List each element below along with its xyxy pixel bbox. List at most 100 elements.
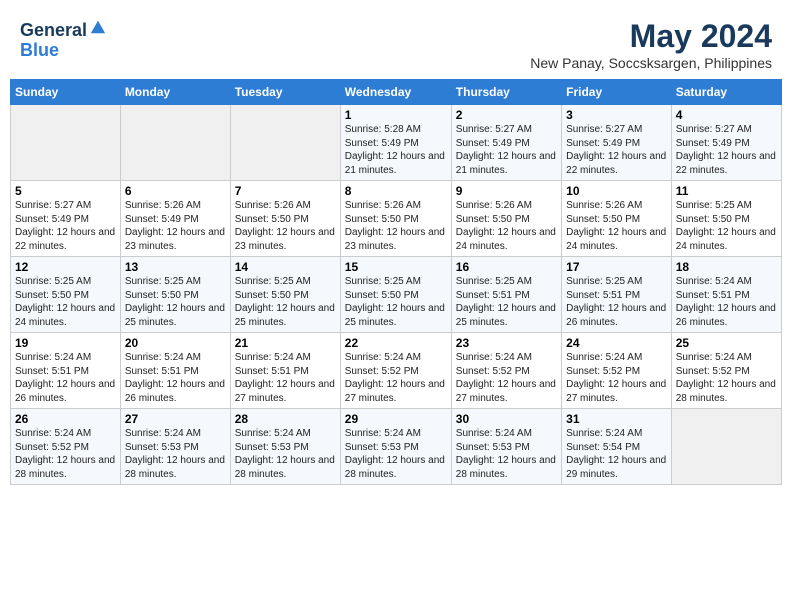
calendar-cell: 12Sunrise: 5:25 AMSunset: 5:50 PMDayligh… xyxy=(11,257,121,333)
calendar-cell: 2Sunrise: 5:27 AMSunset: 5:49 PMDaylight… xyxy=(451,105,561,181)
day-info: Sunrise: 5:24 AMSunset: 5:51 PMDaylight:… xyxy=(15,351,116,405)
calendar-cell: 27Sunrise: 5:24 AMSunset: 5:53 PMDayligh… xyxy=(120,409,230,485)
day-info: Sunrise: 5:24 AMSunset: 5:51 PMDaylight:… xyxy=(676,275,777,329)
day-header-thursday: Thursday xyxy=(451,80,561,105)
day-info: Sunrise: 5:24 AMSunset: 5:54 PMDaylight:… xyxy=(566,427,667,481)
day-info: Sunrise: 5:25 AMSunset: 5:50 PMDaylight:… xyxy=(235,275,336,329)
day-number: 3 xyxy=(566,108,667,122)
day-number: 22 xyxy=(345,336,447,350)
day-number: 19 xyxy=(15,336,116,350)
calendar-cell: 13Sunrise: 5:25 AMSunset: 5:50 PMDayligh… xyxy=(120,257,230,333)
calendar-cell: 1Sunrise: 5:28 AMSunset: 5:49 PMDaylight… xyxy=(340,105,451,181)
day-number: 27 xyxy=(125,412,226,426)
calendar-cell: 19Sunrise: 5:24 AMSunset: 5:51 PMDayligh… xyxy=(11,333,121,409)
day-info: Sunrise: 5:27 AMSunset: 5:49 PMDaylight:… xyxy=(566,123,667,177)
calendar-table: SundayMondayTuesdayWednesdayThursdayFrid… xyxy=(10,79,782,485)
calendar-cell: 9Sunrise: 5:26 AMSunset: 5:50 PMDaylight… xyxy=(451,181,561,257)
day-number: 28 xyxy=(235,412,336,426)
calendar-cell: 22Sunrise: 5:24 AMSunset: 5:52 PMDayligh… xyxy=(340,333,451,409)
day-info: Sunrise: 5:24 AMSunset: 5:51 PMDaylight:… xyxy=(235,351,336,405)
calendar-cell: 26Sunrise: 5:24 AMSunset: 5:52 PMDayligh… xyxy=(11,409,121,485)
day-number: 15 xyxy=(345,260,447,274)
day-number: 2 xyxy=(456,108,557,122)
day-info: Sunrise: 5:24 AMSunset: 5:52 PMDaylight:… xyxy=(566,351,667,405)
day-info: Sunrise: 5:24 AMSunset: 5:52 PMDaylight:… xyxy=(676,351,777,405)
day-info: Sunrise: 5:27 AMSunset: 5:49 PMDaylight:… xyxy=(15,199,116,253)
day-number: 18 xyxy=(676,260,777,274)
logo-text: General xyxy=(20,18,107,41)
day-number: 30 xyxy=(456,412,557,426)
calendar-cell: 5Sunrise: 5:27 AMSunset: 5:49 PMDaylight… xyxy=(11,181,121,257)
day-info: Sunrise: 5:26 AMSunset: 5:50 PMDaylight:… xyxy=(566,199,667,253)
day-number: 1 xyxy=(345,108,447,122)
day-info: Sunrise: 5:24 AMSunset: 5:53 PMDaylight:… xyxy=(345,427,447,481)
day-info: Sunrise: 5:26 AMSunset: 5:49 PMDaylight:… xyxy=(125,199,226,253)
calendar-cell: 8Sunrise: 5:26 AMSunset: 5:50 PMDaylight… xyxy=(340,181,451,257)
calendar-cell: 20Sunrise: 5:24 AMSunset: 5:51 PMDayligh… xyxy=(120,333,230,409)
calendar-cell: 29Sunrise: 5:24 AMSunset: 5:53 PMDayligh… xyxy=(340,409,451,485)
day-info: Sunrise: 5:25 AMSunset: 5:50 PMDaylight:… xyxy=(125,275,226,329)
calendar-cell: 11Sunrise: 5:25 AMSunset: 5:50 PMDayligh… xyxy=(671,181,781,257)
day-number: 16 xyxy=(456,260,557,274)
logo-text2: Blue xyxy=(20,41,107,61)
day-number: 25 xyxy=(676,336,777,350)
day-number: 12 xyxy=(15,260,116,274)
day-info: Sunrise: 5:26 AMSunset: 5:50 PMDaylight:… xyxy=(456,199,557,253)
day-info: Sunrise: 5:27 AMSunset: 5:49 PMDaylight:… xyxy=(676,123,777,177)
calendar-cell: 14Sunrise: 5:25 AMSunset: 5:50 PMDayligh… xyxy=(230,257,340,333)
day-info: Sunrise: 5:24 AMSunset: 5:53 PMDaylight:… xyxy=(456,427,557,481)
calendar-cell: 7Sunrise: 5:26 AMSunset: 5:50 PMDaylight… xyxy=(230,181,340,257)
day-number: 26 xyxy=(15,412,116,426)
calendar-cell: 23Sunrise: 5:24 AMSunset: 5:52 PMDayligh… xyxy=(451,333,561,409)
day-info: Sunrise: 5:24 AMSunset: 5:52 PMDaylight:… xyxy=(345,351,447,405)
calendar-cell: 17Sunrise: 5:25 AMSunset: 5:51 PMDayligh… xyxy=(562,257,672,333)
day-number: 10 xyxy=(566,184,667,198)
calendar-cell: 18Sunrise: 5:24 AMSunset: 5:51 PMDayligh… xyxy=(671,257,781,333)
calendar-cell: 25Sunrise: 5:24 AMSunset: 5:52 PMDayligh… xyxy=(671,333,781,409)
day-info: Sunrise: 5:27 AMSunset: 5:49 PMDaylight:… xyxy=(456,123,557,177)
day-info: Sunrise: 5:24 AMSunset: 5:52 PMDaylight:… xyxy=(15,427,116,481)
calendar-cell: 24Sunrise: 5:24 AMSunset: 5:52 PMDayligh… xyxy=(562,333,672,409)
calendar-cell xyxy=(230,105,340,181)
day-header-friday: Friday xyxy=(562,80,672,105)
calendar-cell: 15Sunrise: 5:25 AMSunset: 5:50 PMDayligh… xyxy=(340,257,451,333)
day-number: 9 xyxy=(456,184,557,198)
day-info: Sunrise: 5:25 AMSunset: 5:50 PMDaylight:… xyxy=(15,275,116,329)
day-header-saturday: Saturday xyxy=(671,80,781,105)
day-info: Sunrise: 5:26 AMSunset: 5:50 PMDaylight:… xyxy=(235,199,336,253)
calendar-cell: 3Sunrise: 5:27 AMSunset: 5:49 PMDaylight… xyxy=(562,105,672,181)
logo: General Blue xyxy=(20,18,107,61)
day-number: 11 xyxy=(676,184,777,198)
day-info: Sunrise: 5:24 AMSunset: 5:51 PMDaylight:… xyxy=(125,351,226,405)
main-title: May 2024 xyxy=(530,18,772,55)
day-number: 31 xyxy=(566,412,667,426)
day-info: Sunrise: 5:28 AMSunset: 5:49 PMDaylight:… xyxy=(345,123,447,177)
calendar-cell: 10Sunrise: 5:26 AMSunset: 5:50 PMDayligh… xyxy=(562,181,672,257)
calendar-cell xyxy=(120,105,230,181)
day-number: 20 xyxy=(125,336,226,350)
day-number: 8 xyxy=(345,184,447,198)
day-header-wednesday: Wednesday xyxy=(340,80,451,105)
day-info: Sunrise: 5:24 AMSunset: 5:53 PMDaylight:… xyxy=(125,427,226,481)
day-number: 7 xyxy=(235,184,336,198)
day-number: 21 xyxy=(235,336,336,350)
day-info: Sunrise: 5:24 AMSunset: 5:52 PMDaylight:… xyxy=(456,351,557,405)
day-info: Sunrise: 5:26 AMSunset: 5:50 PMDaylight:… xyxy=(345,199,447,253)
subtitle: New Panay, Soccsksargen, Philippines xyxy=(530,55,772,71)
day-number: 4 xyxy=(676,108,777,122)
page-header: General Blue May 2024 New Panay, Soccsks… xyxy=(10,10,782,75)
day-info: Sunrise: 5:25 AMSunset: 5:50 PMDaylight:… xyxy=(345,275,447,329)
day-info: Sunrise: 5:25 AMSunset: 5:51 PMDaylight:… xyxy=(456,275,557,329)
day-number: 6 xyxy=(125,184,226,198)
title-block: May 2024 New Panay, Soccsksargen, Philip… xyxy=(530,18,772,71)
day-number: 14 xyxy=(235,260,336,274)
day-number: 17 xyxy=(566,260,667,274)
calendar-cell: 28Sunrise: 5:24 AMSunset: 5:53 PMDayligh… xyxy=(230,409,340,485)
calendar-cell xyxy=(671,409,781,485)
calendar-cell: 4Sunrise: 5:27 AMSunset: 5:49 PMDaylight… xyxy=(671,105,781,181)
day-number: 24 xyxy=(566,336,667,350)
day-number: 23 xyxy=(456,336,557,350)
day-info: Sunrise: 5:24 AMSunset: 5:53 PMDaylight:… xyxy=(235,427,336,481)
day-info: Sunrise: 5:25 AMSunset: 5:51 PMDaylight:… xyxy=(566,275,667,329)
calendar-cell: 30Sunrise: 5:24 AMSunset: 5:53 PMDayligh… xyxy=(451,409,561,485)
